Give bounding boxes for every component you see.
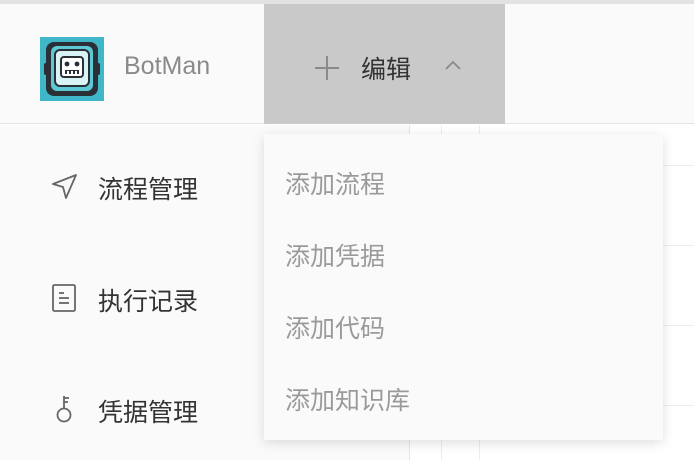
key-icon	[56, 396, 72, 423]
sidebar-item-label: 流程管理	[98, 175, 199, 204]
navigation-arrow-icon	[52, 174, 77, 199]
menu-item-add-process[interactable]: 添加流程	[264, 151, 663, 211]
brand-name: BotMan	[124, 52, 211, 80]
menu-item-label: 添加流程	[285, 170, 386, 199]
menu-item-add-credential[interactable]: 添加凭据	[264, 223, 663, 283]
menu-item-add-knowledge-base[interactable]: 添加知识库	[264, 367, 663, 427]
edit-menu-button[interactable]: 编辑	[264, 4, 505, 124]
menu-item-add-code[interactable]: 添加代码	[264, 295, 663, 355]
document-icon	[52, 284, 76, 312]
menu-item-label: 添加代码	[285, 314, 386, 343]
chevron-up-icon	[445, 60, 461, 70]
plus-icon	[315, 56, 339, 80]
sidebar-item-label: 凭据管理	[98, 398, 199, 427]
robot-logo-icon[interactable]	[40, 37, 104, 101]
edit-dropdown-menu: 添加流程 添加凭据 添加代码 添加知识库	[264, 134, 663, 440]
menu-item-label: 添加凭据	[285, 242, 386, 271]
sidebar-item-label: 执行记录	[98, 287, 199, 316]
edit-menu-label: 编辑	[361, 55, 412, 84]
app-header: BotMan 编辑	[0, 4, 694, 124]
menu-item-label: 添加知识库	[285, 386, 411, 415]
